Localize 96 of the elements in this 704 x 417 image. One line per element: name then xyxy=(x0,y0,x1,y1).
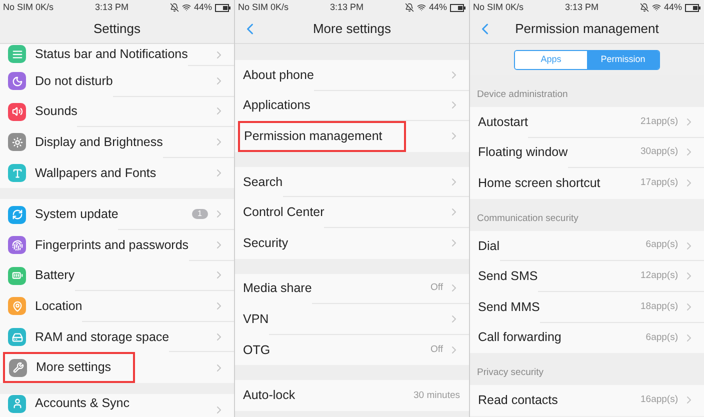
clock-text: 3:13 PM xyxy=(94,0,129,14)
screen-title: More settings xyxy=(312,20,392,38)
settings-row[interactable]: Accounts & Sync xyxy=(0,394,234,417)
settings-row[interactable]: Search xyxy=(235,166,469,198)
row-label: Location xyxy=(35,298,82,314)
section-header: Privacy security xyxy=(477,366,544,380)
settings-row[interactable]: Do not disturb xyxy=(0,66,234,97)
row-value: 21app(s) xyxy=(640,114,678,129)
row-label: Status bar and Notifications xyxy=(35,46,188,62)
battery-icon xyxy=(685,4,701,12)
battery-icon xyxy=(450,4,466,12)
settings-row[interactable]: Home screen shortcut 17app(s) xyxy=(470,168,704,199)
row-label: Display and Brightness xyxy=(35,134,163,150)
row-label: Control Center xyxy=(243,205,324,220)
settings-row[interactable]: Send SMS 12app(s) xyxy=(470,261,704,292)
row-label: OTG xyxy=(243,342,270,358)
row-label: Read contacts xyxy=(478,392,558,408)
row-value: 6app(s) xyxy=(646,330,678,345)
settings-row[interactable]: RAM and storage space xyxy=(0,322,234,352)
row-label: VPN xyxy=(243,312,269,327)
settings-row[interactable]: Auto-lock 30 minutes xyxy=(235,380,469,411)
carrier-text: No SIM 0K/s xyxy=(3,0,54,14)
settings-row[interactable]: Battery xyxy=(0,260,234,292)
carrier-text: No SIM 0K/s xyxy=(473,0,524,14)
row-label: About phone xyxy=(243,68,314,83)
row-value: 12app(s) xyxy=(640,269,678,284)
row-label: Accounts & Sync xyxy=(35,396,130,412)
row-value: 6app(s) xyxy=(646,238,678,252)
settings-row[interactable]: Dial 6app(s) xyxy=(470,230,704,262)
screen-title: Settings xyxy=(94,20,140,38)
row-label: Autostart xyxy=(478,114,528,130)
battery-percent: 44% xyxy=(194,0,212,14)
carrier-text: No SIM 0K/s xyxy=(238,0,289,14)
settings-row[interactable]: System update 1 xyxy=(0,199,234,230)
row-label: Send MMS xyxy=(478,300,540,315)
section-header: Device administration xyxy=(477,88,568,102)
settings-row[interactable]: Autostart 21app(s) xyxy=(470,107,704,138)
settings-row[interactable]: About phone xyxy=(235,60,469,91)
row-label: Call forwarding xyxy=(478,330,562,346)
settings-row[interactable]: VPN xyxy=(235,304,469,335)
row-value: 30app(s) xyxy=(640,145,678,160)
settings-row[interactable]: Display and Brightness xyxy=(0,127,234,158)
row-label: System update xyxy=(35,207,118,222)
mute-icon xyxy=(640,3,649,12)
settings-row[interactable]: Permission management xyxy=(235,121,469,152)
settings-row[interactable]: Status bar and Notifications xyxy=(0,44,234,66)
settings-row[interactable]: More settings xyxy=(0,352,234,383)
row-value: Off xyxy=(430,281,443,296)
settings-row[interactable]: Fingerprints and passwords xyxy=(0,230,234,261)
row-label: Sounds xyxy=(35,104,78,120)
row-label: Wallpapers and Fonts xyxy=(35,166,156,181)
row-label: Dial xyxy=(478,238,500,254)
settings-row[interactable]: Applications xyxy=(235,90,469,122)
row-label: Applications xyxy=(243,98,310,114)
wifi-icon xyxy=(416,3,426,12)
row-label: Search xyxy=(243,174,283,190)
row-label: Home screen shortcut xyxy=(478,176,600,191)
settings-row[interactable]: Call forwarding 6app(s) xyxy=(470,322,704,354)
row-value: 30 minutes xyxy=(414,388,460,403)
mute-icon xyxy=(404,3,414,12)
row-label: Fingerprints and passwords xyxy=(35,238,189,253)
row-label: Do not disturb xyxy=(35,74,113,89)
section-header: Communication security xyxy=(477,212,578,226)
row-label: Floating window xyxy=(478,145,568,160)
settings-row[interactable]: Send MMS 18app(s) xyxy=(470,292,704,323)
row-label: Permission management xyxy=(244,128,382,144)
settings-row[interactable]: Control Center xyxy=(235,197,469,228)
row-value: Off xyxy=(430,342,443,357)
clock-text: 3:13 PM xyxy=(564,0,599,14)
wifi-icon xyxy=(182,3,191,12)
row-value: 18app(s) xyxy=(640,300,678,314)
battery-percent: 44% xyxy=(664,0,682,14)
screen-title: Permission management xyxy=(515,20,659,38)
row-label: Media share xyxy=(243,281,312,296)
mute-icon xyxy=(170,3,179,12)
row-label: Security xyxy=(243,236,288,251)
settings-row[interactable]: OTG Off xyxy=(235,334,469,366)
update-count-badge: 1 xyxy=(192,209,208,220)
settings-row[interactable]: Media share Off xyxy=(235,274,469,304)
battery-icon xyxy=(215,4,231,12)
row-value: 17app(s) xyxy=(640,176,678,190)
row-label: Battery xyxy=(35,268,75,284)
settings-row[interactable]: Read contacts 16app(s) xyxy=(470,385,704,416)
settings-row[interactable]: Security xyxy=(235,228,469,259)
clock-text: 3:13 PM xyxy=(330,0,364,14)
wifi-icon xyxy=(652,3,661,12)
row-label: Send SMS xyxy=(478,269,538,284)
settings-row[interactable]: Wallpapers and Fonts xyxy=(0,158,234,188)
row-value: 16app(s) xyxy=(640,393,678,408)
settings-row[interactable]: Sounds xyxy=(0,96,234,128)
battery-percent: 44% xyxy=(428,0,447,14)
settings-row[interactable]: Location xyxy=(0,291,234,322)
row-label: Auto-lock xyxy=(243,388,296,404)
row-label: More settings xyxy=(36,360,112,376)
row-label: RAM and storage space xyxy=(35,330,170,345)
settings-row[interactable]: Floating window 30app(s) xyxy=(470,138,704,168)
